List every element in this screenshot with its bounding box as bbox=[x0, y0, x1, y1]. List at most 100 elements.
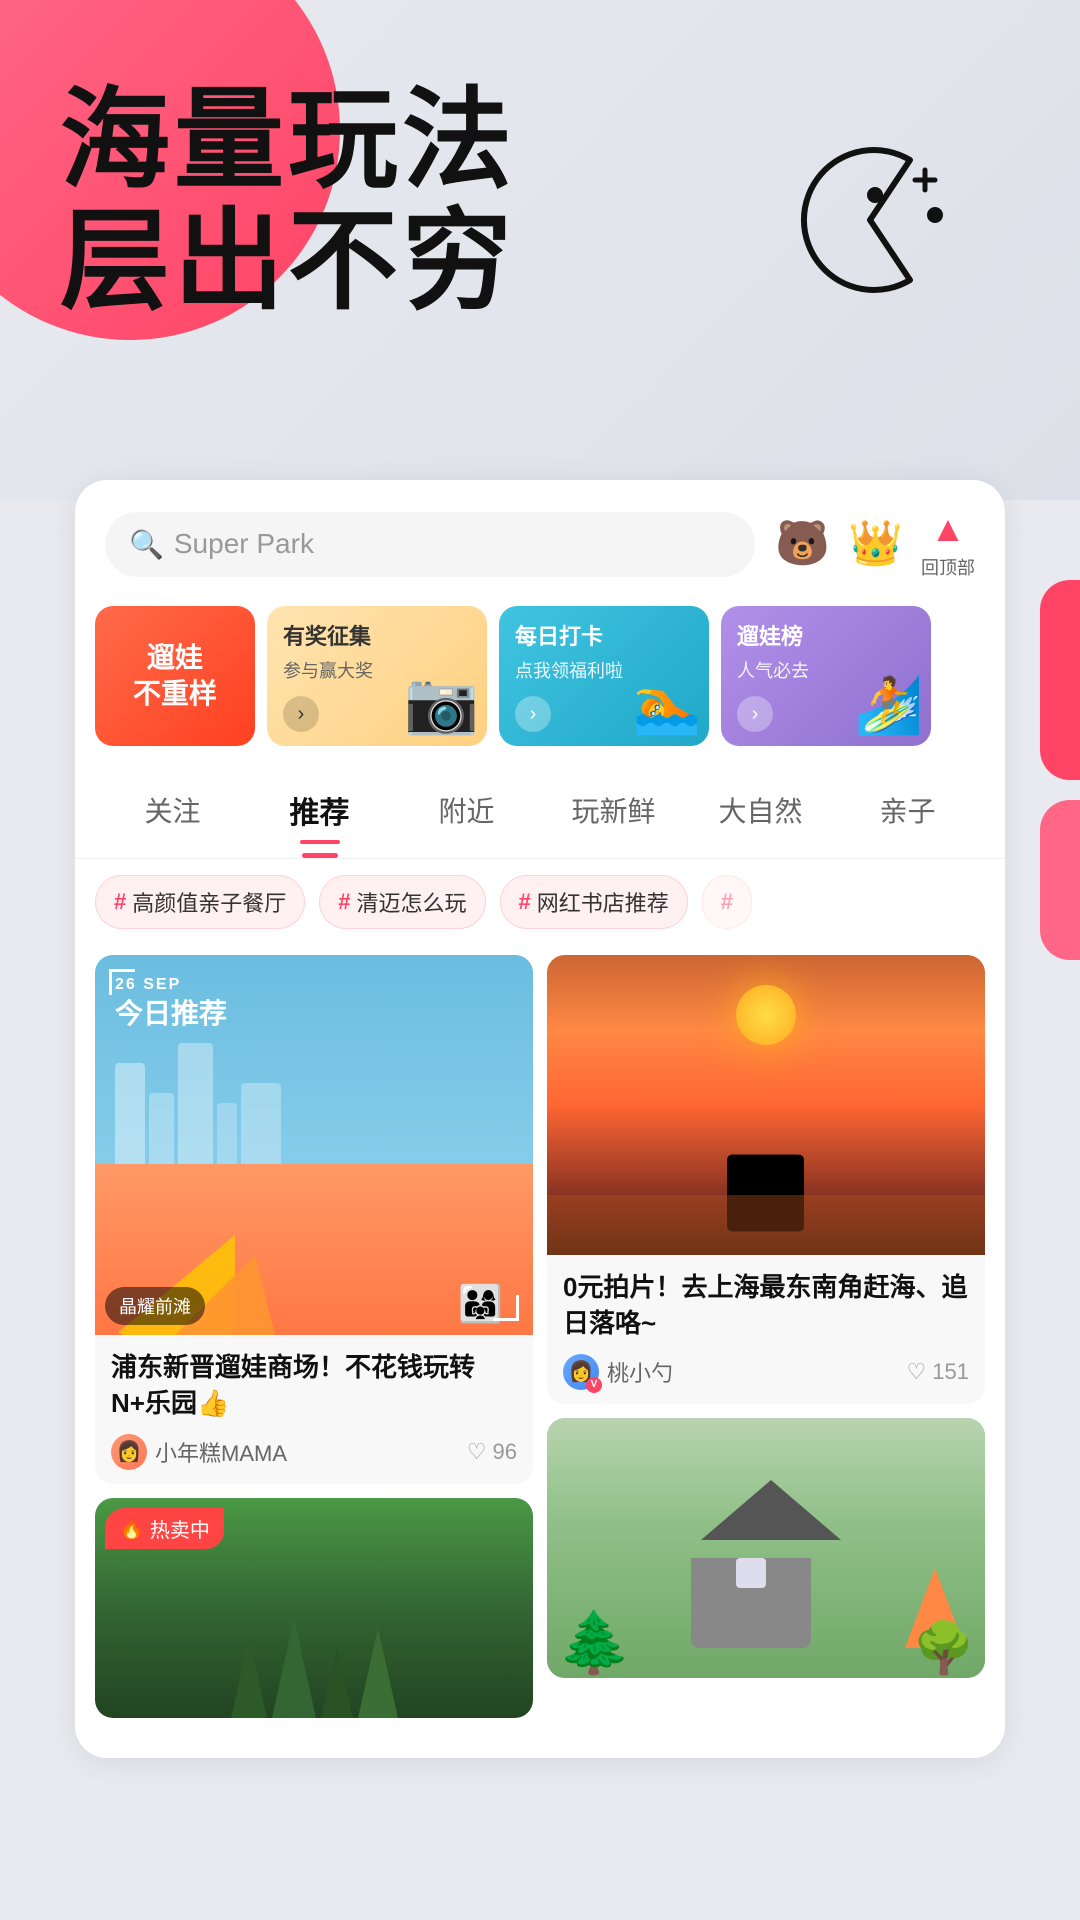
card-2-image: 👨‍👧 bbox=[547, 955, 985, 1255]
tab-wanxinxian[interactable]: 玩新鲜 bbox=[540, 780, 687, 840]
fire-icon: 🔥 bbox=[119, 1516, 144, 1541]
banner-card-4[interactable]: 遛娃榜 人气必去 › 🏄 bbox=[721, 606, 931, 746]
banner-4-arrow: › bbox=[737, 696, 773, 732]
tag-3-hash: # bbox=[519, 889, 531, 915]
banner-4-content: 遛娃榜 人气必去 bbox=[721, 606, 931, 683]
tag-2[interactable]: # 清迈怎么玩 bbox=[319, 875, 485, 929]
card-2-avatar-wrapper: 👩 V bbox=[563, 1354, 599, 1390]
tag-row: # 高颜值亲子餐厅 # 清迈怎么玩 # 网红书店推荐 # bbox=[75, 859, 1005, 945]
tab-fujin[interactable]: 附近 bbox=[393, 780, 540, 840]
card-1-image: 👨‍👩‍👧 26 SEP 今日推荐 晶耀前滩 bbox=[95, 955, 533, 1335]
top-arrow-icon: ▲ bbox=[930, 508, 966, 550]
tag-2-hash: # bbox=[338, 889, 350, 915]
card-3-img-bg: 🌲 🌳 bbox=[547, 1418, 985, 1678]
hero-title-2: 层出不穷 bbox=[60, 201, 516, 322]
banner-3-content: 每日打卡 点我领福利啦 bbox=[499, 606, 709, 683]
tag-2-text: 清迈怎么玩 bbox=[357, 886, 467, 918]
header-icons: 🐻 👑 ▲ 回顶部 bbox=[775, 508, 975, 580]
card-2-footer: 👩 V 桃小勺 ♡ 151 bbox=[563, 1354, 969, 1390]
card-1-avatar: 👩 bbox=[111, 1434, 147, 1470]
top-button-label: 回顶部 bbox=[921, 554, 975, 580]
banner-3-image: 🏊 bbox=[633, 673, 701, 738]
banner-card-3[interactable]: 每日打卡 点我领福利啦 › 🏊 bbox=[499, 606, 709, 746]
card-1-author-name: 小年糕MAMA bbox=[155, 1436, 287, 1468]
hot-badge: 🔥 热卖中 bbox=[105, 1508, 224, 1549]
verified-badge: V bbox=[586, 1377, 602, 1393]
deco-red-top bbox=[1040, 580, 1080, 780]
search-icon: 🔍 bbox=[129, 528, 164, 561]
card-2-heart-icon: ♡ bbox=[907, 1359, 927, 1385]
house-structure bbox=[691, 1480, 841, 1648]
crown-emoji: 👑 bbox=[848, 522, 903, 566]
card-1-likes: ♡ 96 bbox=[467, 1439, 517, 1465]
content-col-left: 👨‍👩‍👧 26 SEP 今日推荐 晶耀前滩 bbox=[95, 955, 533, 1718]
banner-2-arrow: › bbox=[283, 696, 319, 732]
card-1-img-bg: 👨‍👩‍👧 26 SEP 今日推荐 晶耀前滩 bbox=[95, 955, 533, 1335]
search-placeholder: Super Park bbox=[174, 528, 314, 560]
tab-daziran[interactable]: 大自然 bbox=[687, 780, 834, 840]
card-1-author: 👩 小年糕MAMA bbox=[111, 1434, 287, 1470]
banner-2-title: 有奖征集 bbox=[283, 622, 471, 653]
card-hot-sale[interactable]: 🔥 热卖中 bbox=[95, 1498, 533, 1718]
card-2-title: 0元拍片！去上海最东南角赶海、追日落咯~ bbox=[563, 1269, 969, 1342]
banner-4-image: 🏄 bbox=[855, 673, 923, 738]
tag-1-hash: # bbox=[114, 889, 126, 915]
bear-button[interactable]: 🐻 bbox=[775, 522, 830, 566]
card-today-recommendation[interactable]: 👨‍👩‍👧 26 SEP 今日推荐 晶耀前滩 bbox=[95, 955, 533, 1484]
banner-1-text: 遛娃不重样 bbox=[119, 624, 231, 729]
card-1-location: 晶耀前滩 bbox=[105, 1287, 205, 1325]
banner-3-arrow: › bbox=[515, 696, 551, 732]
card-1-info: 浦东新晋遛娃商场！不花钱玩转N+乐园👍 👩 小年糕MAMA ♡ 96 bbox=[95, 1335, 533, 1484]
hot-badge-text: 热卖中 bbox=[150, 1514, 210, 1543]
app-card: 🔍 Super Park 🐻 👑 ▲ 回顶部 遛娃不重样 有奖征集 参与赢大 bbox=[75, 480, 1005, 1758]
trees bbox=[95, 1618, 533, 1718]
hero-title-1: 海量玩法 bbox=[60, 80, 516, 201]
search-bar[interactable]: 🔍 Super Park bbox=[105, 512, 755, 577]
tab-qinzi[interactable]: 亲子 bbox=[834, 780, 981, 840]
content-grid: 👨‍👩‍👧 26 SEP 今日推荐 晶耀前滩 bbox=[75, 945, 1005, 1728]
deco-red-bottom bbox=[1040, 800, 1080, 960]
banner-card-1[interactable]: 遛娃不重样 bbox=[95, 606, 255, 746]
right-decoration bbox=[1020, 580, 1080, 980]
crown-button[interactable]: 👑 bbox=[848, 522, 903, 566]
tag-1[interactable]: # 高颜值亲子餐厅 bbox=[95, 875, 305, 929]
bear-emoji: 🐻 bbox=[775, 522, 830, 566]
tree-left: 🌲 bbox=[557, 1607, 632, 1678]
tab-active-indicator bbox=[302, 853, 338, 858]
card-1-footer: 👩 小年糕MAMA ♡ 96 bbox=[111, 1434, 517, 1470]
bracket-tl bbox=[109, 969, 135, 995]
buildings bbox=[115, 1043, 513, 1183]
tree-right: 🌳 bbox=[913, 1619, 975, 1678]
tab-tuijian[interactable]: 推荐 bbox=[246, 778, 393, 842]
card-house[interactable]: 🌲 🌳 bbox=[547, 1418, 985, 1678]
card-hot-img: 🔥 热卖中 bbox=[95, 1498, 533, 1718]
sun bbox=[736, 985, 796, 1045]
house-window bbox=[736, 1558, 766, 1588]
card-2-img-bg: 👨‍👧 bbox=[547, 955, 985, 1255]
card-sunset-photo[interactable]: 👨‍👧 0元拍片！去上海最东南角赶海、追日落咯~ 👩 bbox=[547, 955, 985, 1404]
house-body bbox=[691, 1558, 811, 1648]
tab-guanzhu[interactable]: 关注 bbox=[99, 780, 246, 840]
search-area: 🔍 Super Park 🐻 👑 ▲ 回顶部 bbox=[75, 480, 1005, 596]
pacman-icon bbox=[780, 140, 960, 300]
tag-1-text: 高颜值亲子餐厅 bbox=[132, 886, 286, 918]
banner-4-title: 遛娃榜 bbox=[737, 622, 915, 653]
tag-3-text: 网红书店推荐 bbox=[537, 886, 669, 918]
banner-row: 遛娃不重样 有奖征集 参与赢大奖 › 📷 每日打卡 点我领福利啦 › 🏊 遛娃榜 bbox=[75, 596, 1005, 762]
banner-2-image: 📷 bbox=[404, 667, 479, 738]
house-roof bbox=[701, 1480, 841, 1540]
nav-tabs: 关注 推荐 附近 玩新鲜 大自然 亲子 bbox=[75, 762, 1005, 859]
card-2-author: 👩 V 桃小勺 bbox=[563, 1354, 673, 1390]
banner-3-title: 每日打卡 bbox=[515, 622, 693, 653]
card-1-title: 浦东新晋遛娃商场！不花钱玩转N+乐园👍 bbox=[111, 1349, 517, 1422]
card-1-heart-icon: ♡ bbox=[467, 1439, 487, 1465]
hero-text-block: 海量玩法 层出不穷 bbox=[60, 80, 516, 322]
card-2-likes: ♡ 151 bbox=[907, 1359, 969, 1385]
top-button[interactable]: ▲ 回顶部 bbox=[921, 508, 975, 580]
tag-3[interactable]: # 网红书店推荐 bbox=[500, 875, 688, 929]
card-2-info: 0元拍片！去上海最东南角赶海、追日落咯~ 👩 V 桃小勺 bbox=[547, 1255, 985, 1404]
card-2-like-count: 151 bbox=[932, 1359, 969, 1385]
banner-card-2[interactable]: 有奖征集 参与赢大奖 › 📷 bbox=[267, 606, 487, 746]
bracket-br bbox=[493, 1295, 519, 1321]
tag-4-overflow: # bbox=[702, 875, 752, 929]
